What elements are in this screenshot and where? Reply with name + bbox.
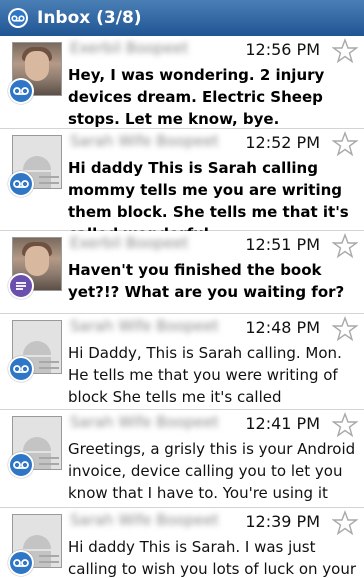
voicemail-icon: [8, 452, 34, 478]
message-time: 12:41 PM: [245, 414, 320, 433]
star-icon[interactable]: [332, 233, 358, 259]
star-icon[interactable]: [332, 316, 358, 342]
sender-name: Sarah Wife Boopeet: [70, 511, 219, 529]
voicemail-icon: [8, 356, 34, 382]
message-row[interactable]: Sarah Wife Boopeet 12:41 PM Greetings, a…: [0, 410, 364, 524]
message-row[interactable]: Sarah Wife Boopeet 12:52 PM Hi daddy Thi…: [0, 129, 364, 243]
message-list[interactable]: Exerbil Boopeet 12:56 PM Hey, I was wond…: [0, 36, 364, 578]
star-icon[interactable]: [332, 38, 358, 64]
avatar[interactable]: [7, 42, 65, 104]
message-row[interactable]: Exerbil Boopeet 12:56 PM Hey, I was wond…: [0, 36, 364, 129]
star-icon[interactable]: [332, 412, 358, 438]
voicemail-icon: [8, 550, 34, 576]
avatar[interactable]: [7, 320, 65, 382]
message-preview: Haven't you finished the book yet?!? Wha…: [68, 261, 345, 301]
message-row[interactable]: Sarah Wife Boopeet 12:39 PM Hi daddy Thi…: [0, 508, 364, 578]
star-icon[interactable]: [332, 510, 358, 536]
app-header: Inbox (3/8): [0, 0, 364, 36]
message-preview: Hey, I was wondering. 2 injury devices d…: [68, 66, 325, 128]
avatar[interactable]: [7, 237, 65, 299]
sender-name: Sarah Wife Boopeet: [70, 413, 219, 431]
message-preview: Hi daddy This is Sarah. I was just calli…: [68, 538, 357, 578]
sender-name: Sarah Wife Boopeet: [70, 317, 219, 335]
avatar[interactable]: [7, 514, 65, 576]
voicemail-icon: [8, 171, 34, 197]
star-icon[interactable]: [332, 131, 358, 157]
inbox-title: Inbox (3/8): [37, 8, 142, 28]
sender-name: Sarah Wife Boopeet: [70, 132, 219, 150]
avatar[interactable]: [7, 416, 65, 478]
message-row[interactable]: Sarah Wife Boopeet 12:48 PM Hi Daddy, Th…: [0, 314, 364, 428]
message-row[interactable]: Exerbil Boopeet 12:51 PM Haven't you fin…: [0, 231, 364, 314]
avatar[interactable]: [7, 135, 65, 197]
voicemail-icon: [8, 78, 34, 104]
sender-name: Exerbil Boopeet: [70, 234, 189, 252]
message-time: 12:39 PM: [245, 512, 320, 531]
message-time: 12:52 PM: [245, 133, 320, 152]
voicemail-icon: [8, 8, 28, 28]
message-time: 12:56 PM: [245, 40, 320, 59]
message-time: 12:51 PM: [245, 235, 320, 254]
sender-name: Exerbil Boopeet: [70, 39, 189, 57]
message-time: 12:48 PM: [245, 318, 320, 337]
text-message-icon: [8, 273, 34, 299]
